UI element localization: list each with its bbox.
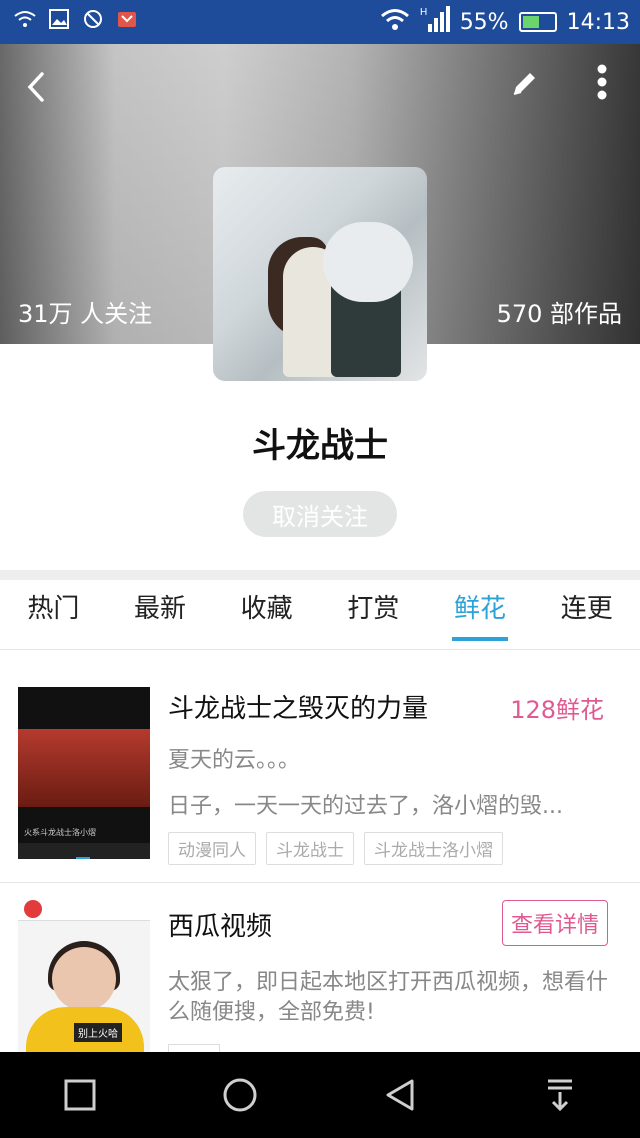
battery-percent: 55% — [459, 9, 509, 35]
more-vertical-icon — [597, 64, 607, 100]
battery-icon — [518, 12, 557, 32]
list-divider — [0, 882, 640, 883]
pencil-icon — [513, 73, 535, 95]
status-icons-left — [14, 8, 138, 30]
tab-flowers[interactable]: 鲜花 — [427, 580, 534, 649]
chevron-left-icon — [27, 72, 44, 102]
followers-count: 31万 人关注 — [18, 300, 153, 328]
section-divider — [0, 570, 640, 580]
tab-tips[interactable]: 打赏 — [320, 580, 427, 649]
view-details-button[interactable]: 查看详情 — [501, 900, 608, 946]
notification-pull-button[interactable] — [530, 1065, 590, 1125]
tag[interactable]: 斗龙战士洛小熠 — [364, 832, 503, 865]
recent-apps-button[interactable] — [50, 1065, 110, 1125]
wifi-question-icon — [14, 8, 36, 30]
square-icon — [64, 1079, 96, 1111]
works-count: 570 部作品 — [496, 300, 622, 328]
avatar — [213, 167, 427, 381]
edit-button[interactable] — [510, 68, 540, 105]
flower-count-badge: 128鲜花 — [510, 696, 604, 724]
tab-latest[interactable]: 最新 — [107, 580, 214, 649]
tab-hot[interactable]: 热门 — [0, 580, 107, 649]
home-button[interactable] — [210, 1065, 270, 1125]
list-item-title[interactable]: 斗龙战士之毁灭的力量 — [168, 688, 428, 725]
tag[interactable]: 动漫同人 — [168, 832, 256, 865]
no-disturb-icon — [82, 8, 104, 30]
image-icon — [48, 8, 70, 30]
more-button[interactable] — [596, 64, 608, 100]
unfollow-button[interactable]: 取消关注 — [243, 491, 397, 537]
ad-title[interactable]: 西瓜视频 — [168, 906, 272, 943]
back-nav-button[interactable] — [370, 1065, 430, 1125]
tag-list: 动漫同人 斗龙战士 斗龙战士洛小熠 — [168, 832, 503, 865]
tab-favorites[interactable]: 收藏 — [213, 580, 320, 649]
clock: 14:13 — [566, 9, 630, 35]
list-item-thumbnail[interactable]: 火系斗龙战士洛小熠 — [18, 687, 150, 859]
tag[interactable]: 斗龙战士 — [266, 832, 354, 865]
signal-icon: H — [420, 6, 450, 38]
list-item-author: 夏天的云。。。 — [168, 748, 301, 773]
pull-down-icon — [548, 1079, 572, 1112]
ad-description: 太狠了，即日起本地区打开西瓜视频，想看什么随便搜，全部免费! — [168, 970, 609, 1025]
back-button[interactable] — [22, 70, 50, 112]
thumbnail-caption: 火系斗龙战士洛小熠 — [24, 828, 96, 837]
circle-icon — [223, 1078, 257, 1112]
svg-text:H: H — [420, 7, 427, 18]
wifi-icon — [380, 8, 410, 36]
battery-fill — [522, 16, 540, 28]
ad-thumbnail[interactable]: 别上火哈 — [18, 895, 150, 1055]
tab-updates[interactable]: 连更 — [533, 580, 640, 649]
tab-bar: 热门 最新 收藏 打赏 鲜花 连更 — [0, 580, 640, 650]
status-icons-right: H 55% 14:13 — [380, 6, 630, 38]
system-nav-bar — [0, 1052, 640, 1138]
play-icon — [24, 900, 42, 918]
profile-name: 斗龙战士 — [252, 426, 388, 466]
list-item-excerpt: 日子，一天一天的过去了，洛小熠的毁... — [168, 794, 563, 819]
status-bar: H 55% 14:13 — [0, 0, 640, 44]
thumbnail-caption: 别上火哈 — [74, 1023, 122, 1042]
app-notification-icon — [116, 8, 138, 30]
triangle-back-icon — [386, 1079, 414, 1111]
